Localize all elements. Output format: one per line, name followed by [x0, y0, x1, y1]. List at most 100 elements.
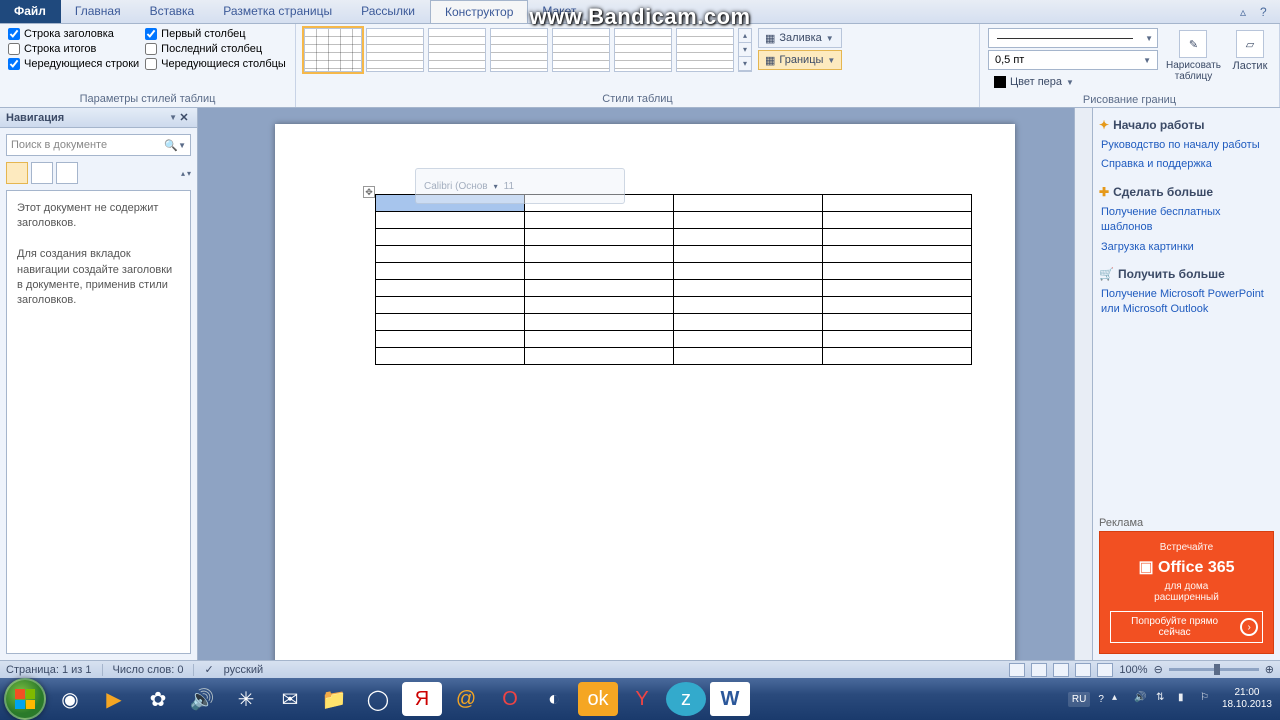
eraser-button[interactable]: ▱ Ластик [1229, 28, 1271, 74]
nav-tab-results[interactable] [56, 162, 78, 184]
ribbon-tabs: Файл Главная Вставка Разметка страницы Р… [0, 0, 1280, 24]
tab-design[interactable]: Конструктор [430, 0, 528, 23]
view-outline[interactable] [1075, 663, 1091, 677]
search-icon[interactable]: 🔍 [164, 139, 178, 152]
view-print-layout[interactable] [1009, 663, 1025, 677]
chk-first-col[interactable]: Первый столбец [145, 28, 286, 40]
tray-network-icon[interactable]: ⇅ [1156, 692, 1170, 706]
tray-sound-icon[interactable]: 🔊 [1134, 692, 1148, 706]
pencil-icon: ✎ [1179, 30, 1207, 58]
vertical-scrollbar[interactable] [1074, 108, 1092, 660]
taskbar-app1[interactable]: ✿ [138, 682, 178, 716]
taskbar-app3[interactable]: ◐ [534, 682, 574, 716]
view-full-screen[interactable] [1031, 663, 1047, 677]
office365-ad[interactable]: Встречайте ▣ Office 365 для дома расшире… [1099, 531, 1274, 654]
view-web[interactable] [1053, 663, 1069, 677]
eraser-icon: ▱ [1236, 30, 1264, 58]
tray-flag-icon[interactable]: ⚐ [1200, 692, 1214, 706]
chk-total-row[interactable]: Строка итогов [8, 43, 139, 55]
windows-taskbar: ◉ ▶ ✿ 🔊 ✳ ✉ 📁 ◯ Я @ O ◐ ok Y z W RU ? ▴ … [0, 678, 1280, 720]
system-tray: RU ? ▴ 🔊 ⇅ ▮ ⚐ 21:00 18.10.2013 [1068, 687, 1276, 711]
pen-color-button[interactable]: Цвет пера▼ [988, 72, 1158, 92]
tray-help-icon[interactable]: ? [1098, 694, 1104, 705]
link-download-img[interactable]: Загрузка картинки [1101, 240, 1274, 255]
tab-mailings[interactable]: Рассылки [347, 0, 430, 23]
style-thumb-6[interactable] [614, 28, 672, 72]
taskbar-z[interactable]: z [666, 682, 706, 716]
group-label-style-options: Параметры стилей таблиц [8, 91, 287, 105]
style-thumb-2[interactable] [366, 28, 424, 72]
help-icon[interactable]: ? [1260, 5, 1274, 19]
tray-clock[interactable]: 21:00 18.10.2013 [1222, 687, 1272, 711]
style-thumb-7[interactable] [676, 28, 734, 72]
taskbar-app2[interactable]: ✳ [226, 682, 266, 716]
navigation-pane: Навигация ▼ ✕ Поиск в документе 🔍▼ ▴▾ Эт… [0, 108, 198, 660]
link-templates[interactable]: Получение бесплатных шаблонов [1101, 205, 1274, 236]
document-table[interactable] [375, 194, 972, 365]
zoom-out-icon[interactable]: ⊖ [1154, 663, 1163, 676]
mini-toolbar[interactable]: Calibri (Основ▾ 11 [415, 168, 625, 204]
style-thumb-4[interactable] [490, 28, 548, 72]
tab-layout[interactable]: Макет [528, 0, 591, 23]
proofing-icon[interactable]: ✓ [204, 663, 213, 676]
plus-icon: ✚ [1099, 185, 1109, 199]
ribbon: Строка заголовка Строка итогов Чередующи… [0, 24, 1280, 108]
tab-insert[interactable]: Вставка [136, 0, 210, 23]
taskbar-word[interactable]: W [710, 682, 750, 716]
document-area[interactable]: Calibri (Основ▾ 11 ✥ [198, 108, 1092, 660]
nav-search-input[interactable]: Поиск в документе 🔍▼ [6, 134, 191, 156]
status-language[interactable]: русский [224, 664, 263, 676]
shading-button[interactable]: ▦Заливка▼ [758, 28, 842, 48]
taskbar-ok[interactable]: ok [578, 682, 618, 716]
nav-menu-icon[interactable]: ▼ [169, 113, 177, 122]
tab-home[interactable]: Главная [61, 0, 136, 23]
taskbar-ybrowser[interactable]: Y [622, 682, 662, 716]
tab-page-layout[interactable]: Разметка страницы [209, 0, 347, 23]
pen-weight-combo[interactable]: 0,5 пт▼ [988, 50, 1158, 70]
zoom-slider[interactable] [1169, 668, 1259, 671]
status-words[interactable]: Число слов: 0 [113, 664, 184, 676]
page[interactable]: Calibri (Основ▾ 11 ✥ [275, 124, 1015, 660]
nav-close-icon[interactable]: ✕ [177, 111, 191, 125]
gallery-more[interactable]: ▴▾▾ [738, 28, 752, 72]
link-help[interactable]: Справка и поддержка [1101, 157, 1274, 172]
nav-tab-pages[interactable] [31, 162, 53, 184]
taskbar-hp[interactable]: ◉ [50, 682, 90, 716]
style-thumb-1[interactable] [304, 28, 362, 72]
start-button[interactable] [4, 678, 46, 720]
taskbar-mailru[interactable]: @ [446, 682, 486, 716]
taskbar-volume[interactable]: 🔊 [182, 682, 222, 716]
taskbar-media[interactable]: ▶ [94, 682, 134, 716]
table-styles-gallery[interactable]: ▴▾▾ [304, 28, 752, 72]
chk-header-row[interactable]: Строка заголовка [8, 28, 139, 40]
taskbar-chrome[interactable]: ◯ [358, 682, 398, 716]
style-thumb-5[interactable] [552, 28, 610, 72]
style-thumb-3[interactable] [428, 28, 486, 72]
tray-show-hidden-icon[interactable]: ▴ [1112, 692, 1126, 706]
nav-tab-headings[interactable] [6, 162, 28, 184]
chk-banded-cols[interactable]: Чередующиеся столбцы [145, 58, 286, 70]
taskbar-explorer[interactable]: 📁 [314, 682, 354, 716]
status-page[interactable]: Страница: 1 из 1 [6, 664, 92, 676]
tray-battery-icon[interactable]: ▮ [1178, 692, 1192, 706]
ad-label: Реклама [1099, 513, 1274, 531]
taskbar-mail[interactable]: ✉ [270, 682, 310, 716]
link-get-pp[interactable]: Получение Microsoft PowerPoint или Micro… [1101, 287, 1274, 318]
tray-language[interactable]: RU [1068, 692, 1090, 707]
taskbar-opera[interactable]: O [490, 682, 530, 716]
draw-table-button[interactable]: ✎ Нарисовать таблицу [1164, 28, 1223, 84]
view-draft[interactable] [1097, 663, 1113, 677]
tab-file[interactable]: Файл [0, 0, 61, 23]
table-move-handle[interactable]: ✥ [363, 186, 375, 198]
nav-prev-icon[interactable]: ▴ [181, 169, 185, 178]
chk-banded-rows[interactable]: Чередующиеся строки [8, 58, 139, 70]
link-guide[interactable]: Руководство по началу работы [1101, 138, 1274, 153]
zoom-in-icon[interactable]: ⊕ [1265, 663, 1274, 676]
taskbar-yandex[interactable]: Я [402, 682, 442, 716]
zoom-value[interactable]: 100% [1119, 664, 1147, 676]
borders-button[interactable]: ▦Границы▼ [758, 50, 842, 70]
chk-last-col[interactable]: Последний столбец [145, 43, 286, 55]
nav-next-icon[interactable]: ▾ [187, 169, 191, 178]
pen-style-combo[interactable]: ▼ [988, 28, 1158, 48]
minimize-ribbon-icon[interactable]: ▵ [1240, 5, 1254, 19]
